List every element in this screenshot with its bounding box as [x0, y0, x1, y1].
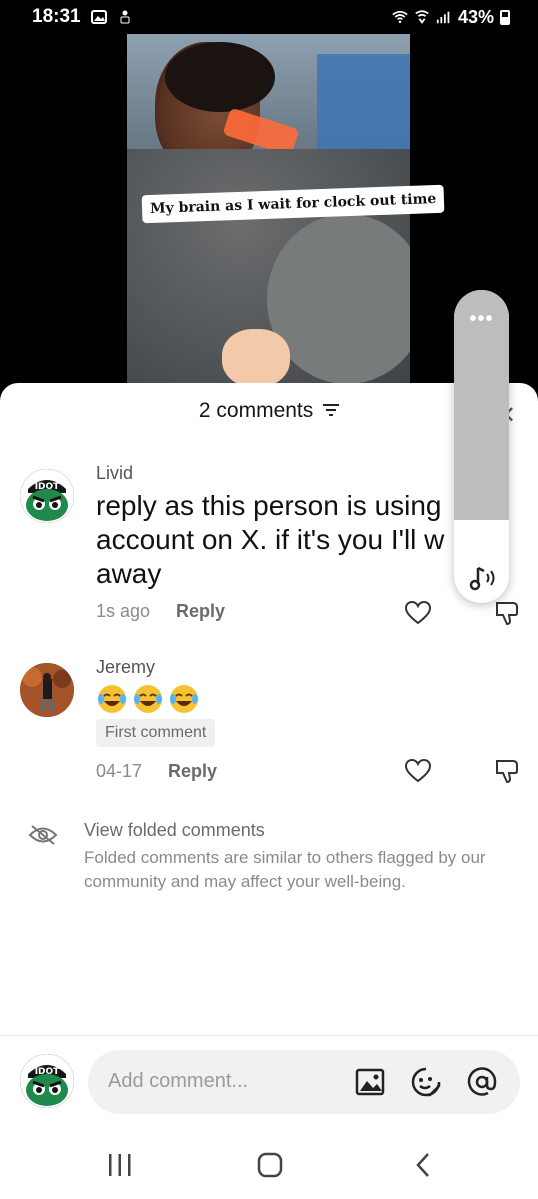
avatar[interactable]: IDOT	[20, 469, 74, 523]
avatar: IDOT	[20, 1054, 74, 1108]
comment-text: reply as this person is using account on…	[96, 490, 445, 589]
reply-button[interactable]: Reply	[176, 601, 225, 622]
sort-filter-icon[interactable]	[323, 399, 340, 423]
comment-count: 2 comments	[198, 399, 314, 422]
battery-icon	[500, 9, 510, 25]
reply-button[interactable]: Reply	[168, 761, 217, 782]
dislike-icon[interactable]	[493, 757, 521, 785]
comment-composer: IDOT Add comment...	[0, 1048, 538, 1118]
image-icon[interactable]	[354, 1066, 386, 1098]
system-navigation-bar	[0, 1132, 538, 1199]
comment-meta: 04-17 Reply	[96, 761, 217, 782]
comment-time: 1s ago	[96, 601, 151, 621]
battery-percent: 43%	[457, 6, 494, 27]
wifi-icon	[392, 9, 408, 25]
add-comment-placeholder: Add comment...	[108, 1070, 249, 1092]
comment-username[interactable]: Livid	[96, 463, 133, 484]
clock: 18:31	[32, 6, 81, 27]
comment-item: Jeremy First comment 04-17 Reply	[0, 655, 538, 795]
comment-username[interactable]: Jeremy	[96, 657, 155, 678]
sticker-icon[interactable]	[410, 1066, 442, 1098]
view-folded-comments-link[interactable]: View folded comments	[84, 820, 265, 841]
like-heart-icon[interactable]	[404, 757, 432, 785]
folded-comments-description: Folded comments are similar to others fl…	[84, 848, 486, 891]
add-comment-input[interactable]: Add comment...	[88, 1050, 520, 1114]
recent-apps-icon[interactable]	[105, 1150, 135, 1180]
gallery-icon	[90, 9, 107, 25]
signal-icon	[436, 9, 452, 25]
more-options-icon[interactable]: •••	[454, 308, 509, 331]
eye-off-icon	[28, 824, 58, 851]
person-hand	[222, 329, 290, 384]
mention-icon[interactable]	[466, 1066, 498, 1098]
status-bar: 18:31 43%	[0, 0, 538, 34]
first-comment-badge: First comment	[96, 719, 216, 747]
dislike-icon[interactable]	[493, 599, 521, 627]
comment-emoji-text	[96, 683, 200, 723]
hair	[165, 42, 275, 112]
notification-icon	[117, 9, 133, 25]
comment-meta: 1s ago Reply	[96, 601, 225, 622]
wifi-calling-icon	[414, 9, 430, 25]
floating-media-control[interactable]: •••	[454, 290, 509, 603]
comment-time: 04-17	[96, 761, 143, 781]
back-icon[interactable]	[410, 1150, 440, 1180]
divider	[0, 1035, 538, 1036]
avatar[interactable]	[20, 663, 74, 717]
home-icon[interactable]	[255, 1150, 285, 1180]
music-note-icon[interactable]	[466, 562, 498, 594]
like-heart-icon[interactable]	[404, 599, 432, 627]
